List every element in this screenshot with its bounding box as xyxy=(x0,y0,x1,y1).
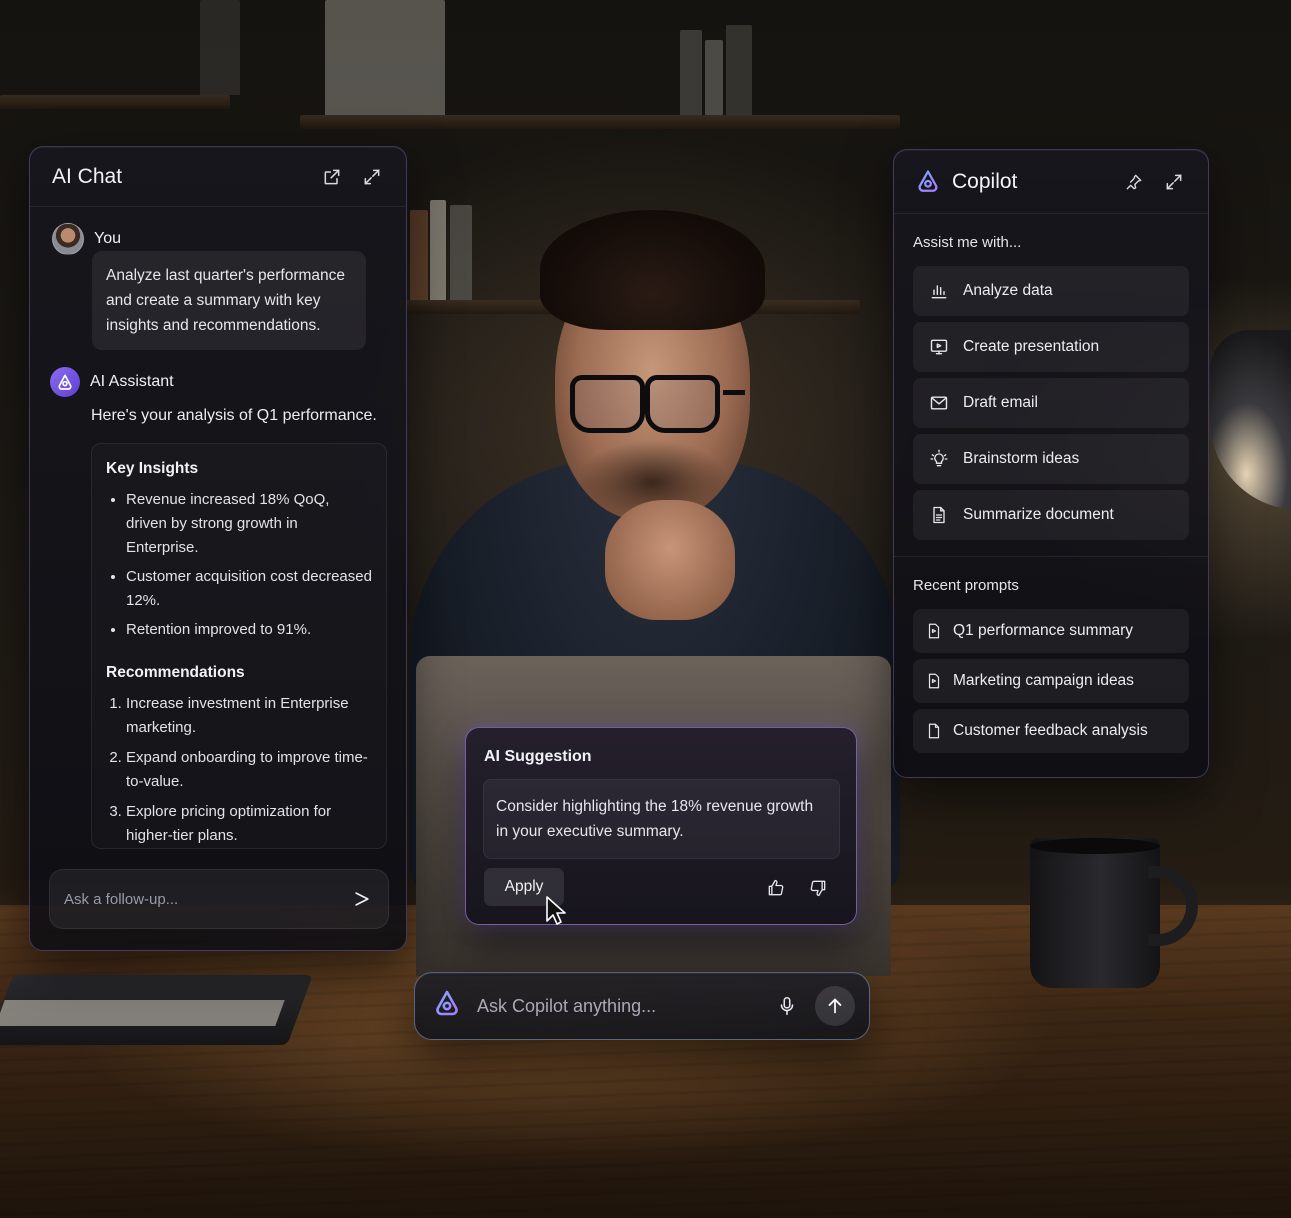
assist-item-analyze-data[interactable]: Analyze data xyxy=(913,266,1189,316)
assist-list: Analyze data Create presentation Draft e… xyxy=(894,266,1208,540)
person-illustration xyxy=(410,210,900,890)
assist-item-label: Brainstorm ideas xyxy=(963,450,1080,467)
recent-prompt-label: Customer feedback analysis xyxy=(953,722,1148,739)
assist-item-summarize-document[interactable]: Summarize document xyxy=(913,490,1189,540)
user-avatar xyxy=(52,223,84,255)
assist-item-label: Create presentation xyxy=(963,338,1100,355)
assist-item-create-presentation[interactable]: Create presentation xyxy=(913,322,1189,372)
paper xyxy=(0,1000,285,1026)
insights-heading: Key Insights xyxy=(106,460,199,477)
document-icon xyxy=(933,506,945,524)
assistant-intro: Here's your analysis of Q1 performance. xyxy=(91,407,377,424)
copilot-logo-icon xyxy=(436,990,458,1015)
book xyxy=(680,30,702,115)
send-arrow-button[interactable] xyxy=(815,986,855,1026)
shelf-decor xyxy=(325,0,445,115)
pin-icon[interactable] xyxy=(1120,168,1148,196)
glasses-lens xyxy=(570,375,645,433)
expand-icon[interactable] xyxy=(358,163,386,191)
follow-up-input[interactable] xyxy=(64,890,348,908)
assistant-avatar xyxy=(50,367,80,397)
recent-prompt-item[interactable]: Q1 performance summary xyxy=(913,609,1189,653)
open-external-icon[interactable] xyxy=(318,163,346,191)
assistant-message-author: AI Assistant xyxy=(50,367,174,397)
ai-suggestion-card: AI Suggestion Consider highlighting the … xyxy=(465,727,857,925)
insight-item: Customer acquisition cost decreased 12%. xyxy=(126,565,374,613)
desk-lamp xyxy=(1210,330,1291,510)
recent-prompt-label: Q1 performance summary xyxy=(953,622,1134,639)
copilot-logo xyxy=(431,988,463,1025)
assistant-name: AI Assistant xyxy=(90,373,174,390)
copilot-brand: Copilot xyxy=(914,168,1017,196)
presentation-icon xyxy=(930,339,948,355)
suggestion-title: AI Suggestion xyxy=(484,748,592,765)
assist-item-label: Draft email xyxy=(963,394,1038,411)
assist-item-label: Summarize document xyxy=(963,506,1114,523)
bookshelf xyxy=(0,95,230,109)
thumbs-down-icon[interactable] xyxy=(804,874,832,902)
person-hair xyxy=(540,210,765,330)
send-icon[interactable] xyxy=(348,885,376,913)
bookshelf xyxy=(300,115,900,129)
recommendations-list: Increase investment in Enterprise market… xyxy=(106,692,374,848)
mouse-cursor-icon xyxy=(546,896,566,925)
glasses-lens xyxy=(645,375,720,433)
ask-copilot-input[interactable] xyxy=(477,995,773,1017)
assist-item-draft-email[interactable]: Draft email xyxy=(913,378,1189,428)
chat-header: AI Chat xyxy=(30,147,406,207)
arrow-up-icon xyxy=(828,998,842,1014)
copilot-logo-icon xyxy=(918,169,938,192)
copilot-header-actions xyxy=(1120,168,1188,196)
suggestion-body: Consider highlighting the 18% revenue gr… xyxy=(483,779,840,859)
insight-item: Retention improved to 91%. xyxy=(126,618,374,642)
chat-header-actions xyxy=(318,163,386,191)
mail-icon xyxy=(930,396,948,410)
chat-title: AI Chat xyxy=(52,164,123,188)
user-message-bubble: Analyze last quarter's performance and c… xyxy=(92,251,366,350)
ask-copilot-bar xyxy=(414,972,870,1040)
book xyxy=(705,40,723,115)
person-hand xyxy=(605,500,735,620)
insights-list: Revenue increased 18% QoQ, driven by str… xyxy=(106,488,374,642)
document-icon xyxy=(928,723,940,739)
book xyxy=(200,0,240,95)
assist-heading: Assist me with... xyxy=(913,234,1022,251)
book xyxy=(726,25,752,115)
recent-prompts-list: Q1 performance summary Marketing campaig… xyxy=(894,609,1208,753)
glasses-bridge xyxy=(723,390,745,395)
recent-prompt-item[interactable]: Customer feedback analysis xyxy=(913,709,1189,753)
user-name: You xyxy=(94,230,121,247)
copilot-panel: Copilot Assist me with... Analyze data C… xyxy=(893,149,1209,778)
coffee-mug xyxy=(1030,838,1160,988)
prompt-document-icon xyxy=(928,623,940,639)
assist-item-label: Analyze data xyxy=(963,282,1053,299)
copilot-header: Copilot xyxy=(894,150,1208,214)
ai-chat-panel: AI Chat You Analyze last quarter's perfo… xyxy=(29,146,407,951)
recommendation-item: Explore pricing optimization for higher-… xyxy=(126,800,374,848)
bar-chart-icon xyxy=(931,285,947,299)
recent-heading: Recent prompts xyxy=(913,577,1019,594)
thumbs-up-icon[interactable] xyxy=(762,874,790,902)
feedback-actions xyxy=(762,874,832,902)
follow-up-box xyxy=(49,869,389,929)
insight-item: Revenue increased 18% QoQ, driven by str… xyxy=(126,488,374,560)
recent-prompt-item[interactable]: Marketing campaign ideas xyxy=(913,659,1189,703)
recommendation-item: Increase investment in Enterprise market… xyxy=(126,692,374,740)
recommendations-heading: Recommendations xyxy=(106,664,245,681)
assist-item-brainstorm-ideas[interactable]: Brainstorm ideas xyxy=(913,434,1189,484)
recommendation-item: Expand onboarding to improve time-to-val… xyxy=(126,746,374,794)
prompt-document-icon xyxy=(928,673,940,689)
copilot-title: Copilot xyxy=(952,169,1018,193)
copilot-logo-icon xyxy=(58,374,72,390)
expand-icon[interactable] xyxy=(1160,168,1188,196)
microphone-icon[interactable] xyxy=(773,992,801,1020)
lightbulb-icon xyxy=(930,449,948,467)
recent-prompt-label: Marketing campaign ideas xyxy=(953,672,1134,689)
analysis-card: Key Insights Revenue increased 18% QoQ, … xyxy=(91,443,387,849)
